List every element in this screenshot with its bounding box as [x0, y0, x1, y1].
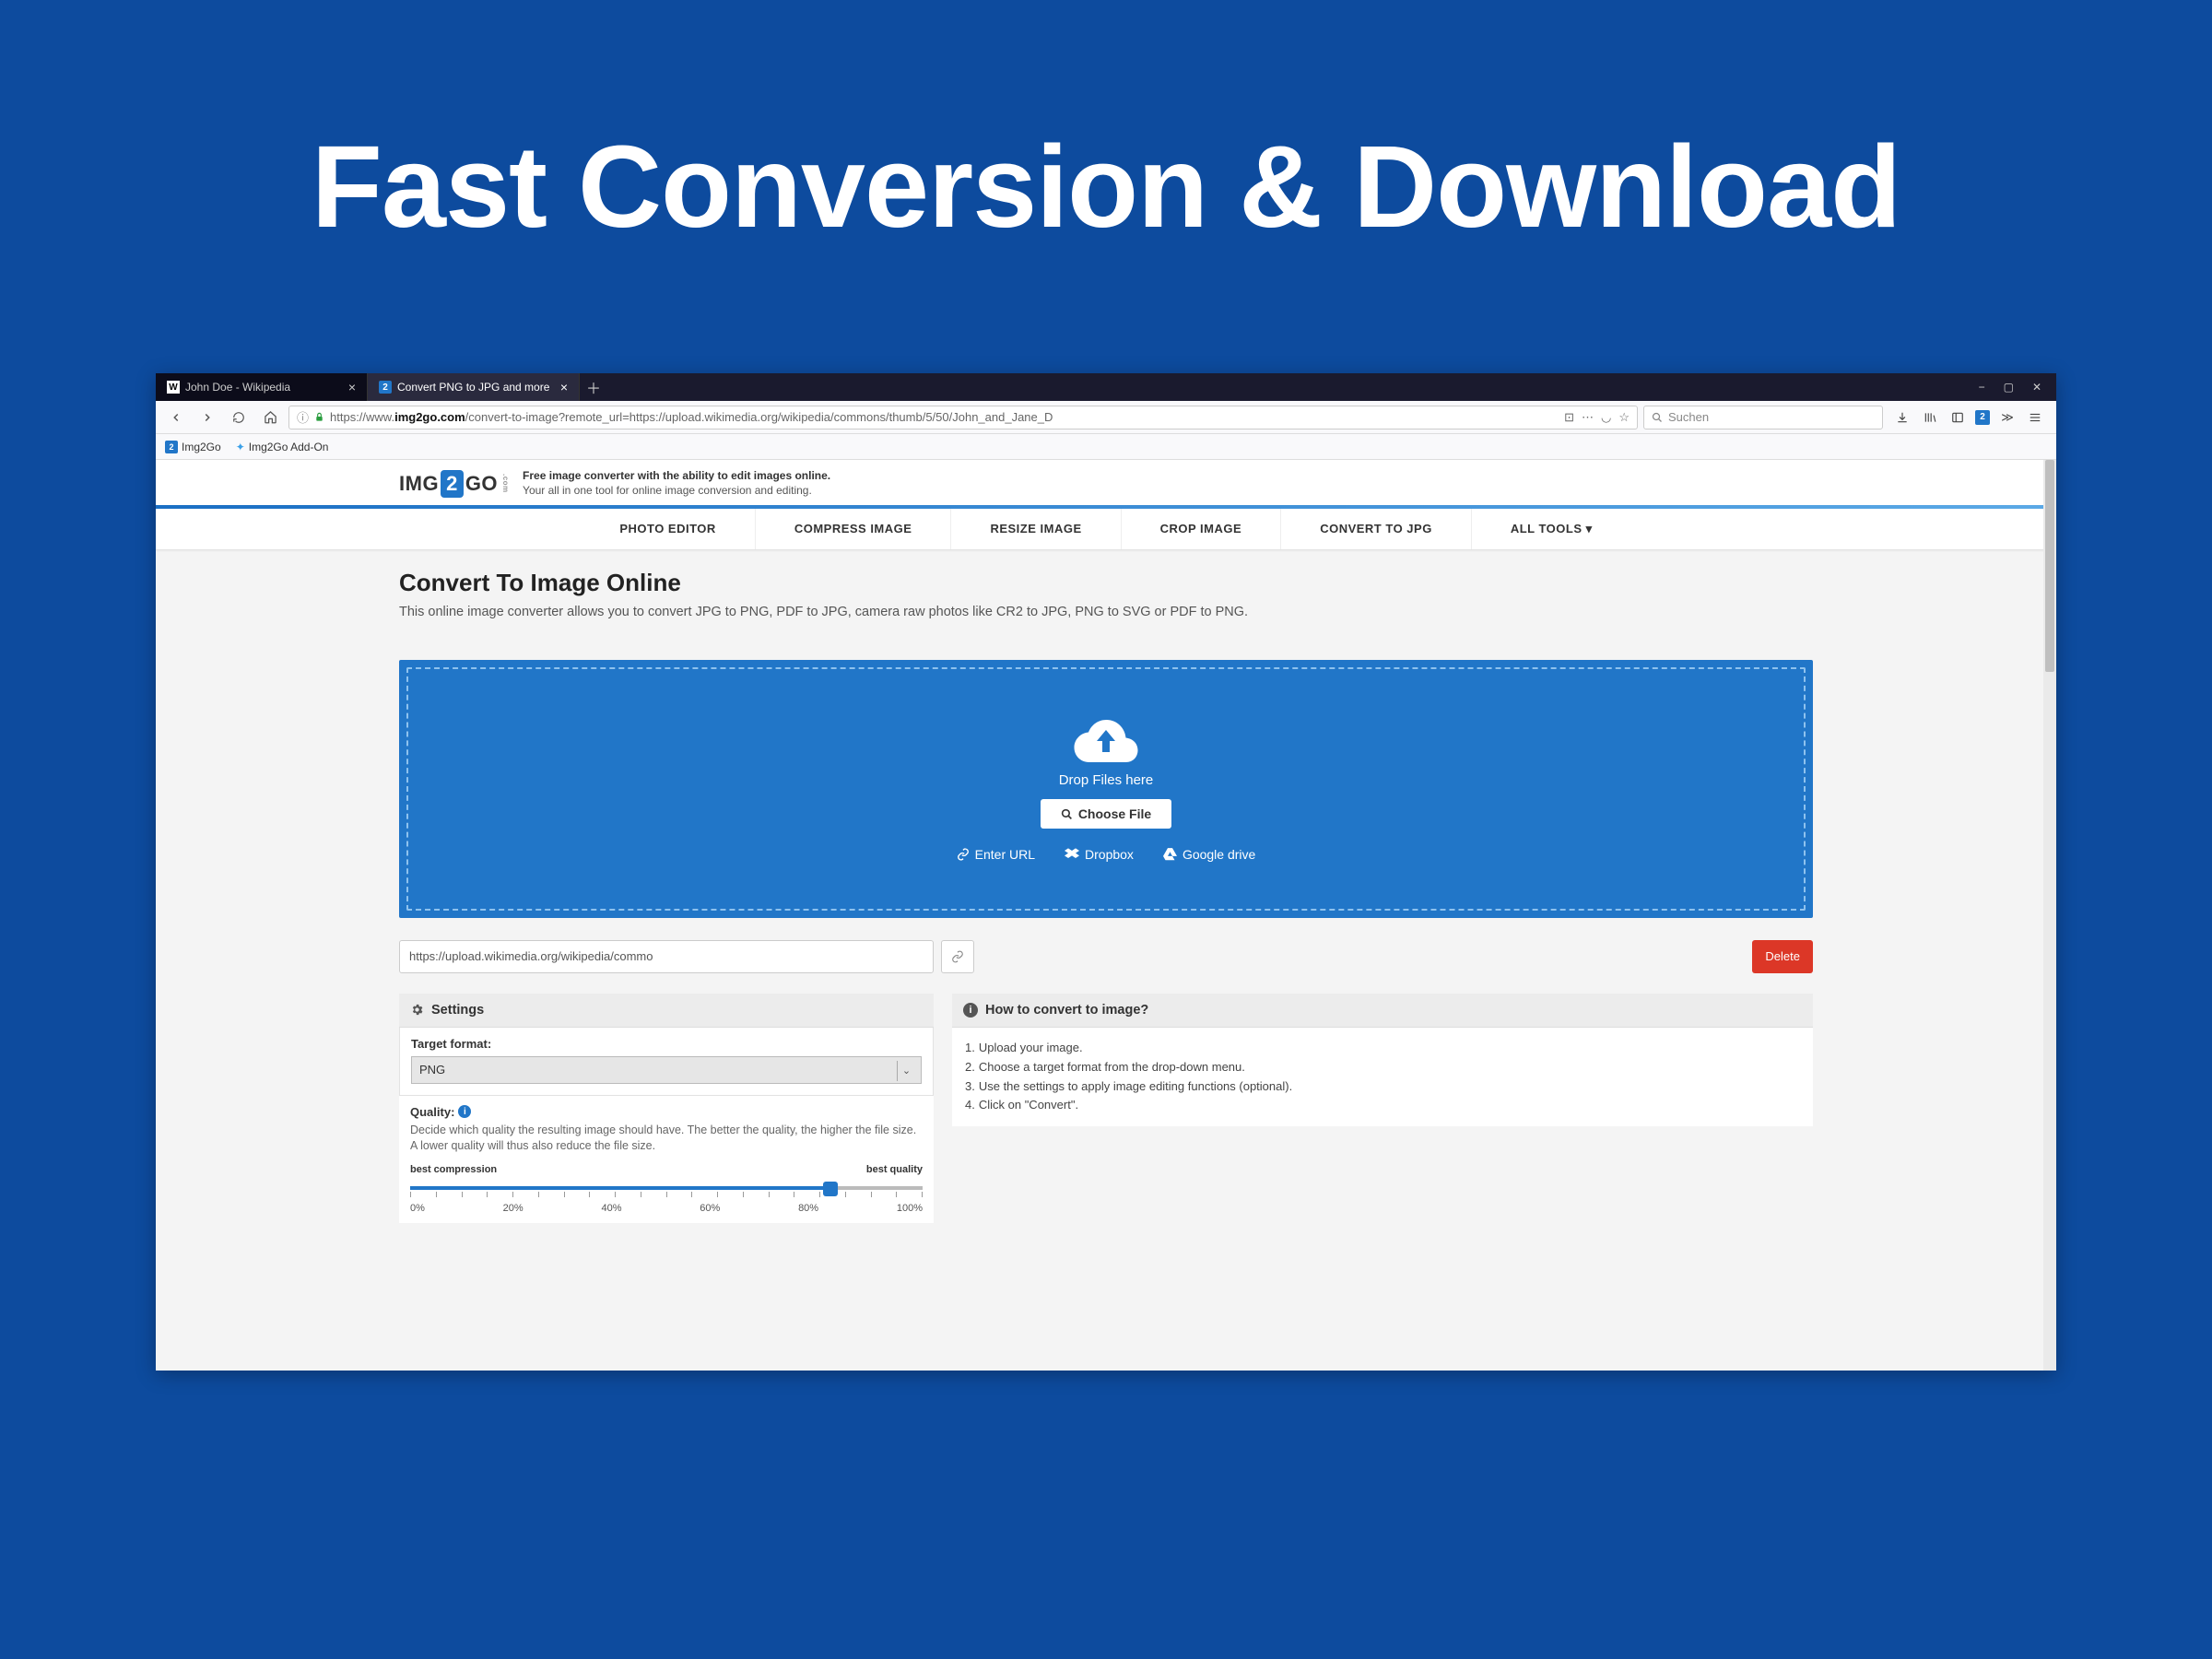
window-controls: − ▢ ✕ [1964, 373, 2056, 401]
img2go-favicon-icon: 2 [379, 381, 392, 394]
lock-icon [314, 411, 324, 423]
img2go-favicon-icon: 2 [165, 441, 178, 453]
wikipedia-favicon-icon: W [167, 381, 180, 394]
downloads-icon[interactable] [1892, 407, 1912, 428]
window-titlebar: W John Doe - Wikipedia × 2 Convert PNG t… [156, 373, 2056, 401]
bookmark-img2go[interactable]: 2 Img2Go [165, 441, 221, 453]
nav-crop-image[interactable]: CROP IMAGE [1122, 509, 1282, 549]
page-description: This online image converter allows you t… [399, 603, 1468, 623]
site-header: IMG 2 GO .com Free image converter with … [399, 460, 1813, 505]
site-logo[interactable]: IMG 2 GO .com [399, 470, 510, 498]
marketing-headline: Fast Conversion & Download [0, 120, 2212, 253]
list-item: 2.Choose a target format from the drop-d… [965, 1058, 1800, 1077]
home-button[interactable] [257, 405, 283, 430]
quality-description: Decide which quality the resulting image… [410, 1123, 923, 1155]
forward-button[interactable] [194, 405, 220, 430]
url-text: https://www.img2go.com/convert-to-image?… [330, 410, 1551, 424]
primary-nav: PHOTO EDITOR COMPRESS IMAGE RESIZE IMAGE… [156, 509, 2056, 550]
maximize-button[interactable]: ▢ [2004, 381, 2014, 394]
close-icon[interactable]: × [560, 380, 568, 394]
scrollbar[interactable] [2043, 460, 2056, 1371]
star-icon[interactable]: ☆ [1618, 410, 1630, 425]
list-item: 4.Click on "Convert". [965, 1096, 1800, 1115]
tab-strip: W John Doe - Wikipedia × 2 Convert PNG t… [156, 373, 1964, 401]
reader-icon[interactable]: ⊡ [1564, 410, 1574, 425]
settings-head-label: Settings [431, 1003, 484, 1018]
overflow-icon[interactable]: ≫ [1997, 407, 2018, 428]
nav-resize-image[interactable]: RESIZE IMAGE [951, 509, 1121, 549]
quality-max-label: best quality [866, 1164, 923, 1175]
info-icon[interactable]: i [458, 1105, 471, 1118]
back-button[interactable] [163, 405, 189, 430]
quality-slider[interactable] [410, 1179, 923, 1199]
quality-panel: Quality: i Decide which quality the resu… [399, 1096, 934, 1223]
page-content: IMG 2 GO .com Free image converter with … [156, 460, 2056, 1371]
dropzone-border [406, 667, 1806, 911]
tab-label: Convert PNG to JPG and more [397, 381, 549, 394]
addon-icon: ✦ [236, 441, 245, 453]
settings-panel: Settings Target format: PNG ⌄ Quality: [399, 994, 934, 1223]
info-icon: i [963, 1003, 978, 1018]
close-icon[interactable]: × [348, 380, 356, 394]
nav-all-tools[interactable]: ALL TOOLS [1472, 509, 1631, 549]
pocket-icon[interactable]: ◡ [1601, 410, 1611, 425]
howto-panel: i How to convert to image? 1.Upload your… [952, 994, 1813, 1223]
browser-window: W John Doe - Wikipedia × 2 Convert PNG t… [156, 373, 2056, 1371]
tab-img2go[interactable]: 2 Convert PNG to JPG and more × [368, 373, 580, 401]
slider-scale: 0% 20% 40% 60% 80% 100% [410, 1203, 923, 1214]
link-icon-button[interactable] [941, 940, 974, 973]
howto-head-label: How to convert to image? [985, 1003, 1148, 1018]
delete-button[interactable]: Delete [1752, 940, 1813, 973]
bookmark-label: Img2Go Add-On [249, 441, 329, 453]
new-tab-button[interactable]: ＋ [580, 373, 607, 401]
quality-min-label: best compression [410, 1164, 497, 1175]
extension-icon[interactable]: 2 [1975, 410, 1990, 425]
slider-thumb[interactable] [823, 1182, 838, 1196]
file-dropzone[interactable]: Drop Files here Choose File Enter URL [399, 660, 1813, 918]
address-bar[interactable]: ⓘ https://www.img2go.com/convert-to-imag… [288, 406, 1638, 429]
target-format-label: Target format: [400, 1028, 933, 1056]
library-icon[interactable] [1920, 407, 1940, 428]
menu-button[interactable] [2025, 407, 2045, 428]
chevron-down-icon: ⌄ [897, 1061, 915, 1081]
settings-and-howto: Settings Target format: PNG ⌄ Quality: [399, 994, 1813, 1223]
sidebar-icon[interactable] [1947, 407, 1968, 428]
scrollbar-thumb[interactable] [2045, 460, 2054, 672]
remote-url-field[interactable]: https://upload.wikimedia.org/wikipedia/c… [399, 940, 934, 973]
toolbar-end: 2 ≫ [1888, 407, 2049, 428]
site-tagline: Free image converter with the ability to… [523, 469, 830, 498]
tab-wikipedia[interactable]: W John Doe - Wikipedia × [156, 373, 368, 401]
target-format-select[interactable]: PNG ⌄ [411, 1056, 922, 1084]
bookmarks-bar: 2 Img2Go ✦ Img2Go Add-On [156, 434, 2056, 460]
page-title: Convert To Image Online [399, 569, 1813, 597]
quality-label: Quality: [410, 1105, 454, 1119]
nav-compress-image[interactable]: COMPRESS IMAGE [756, 509, 952, 549]
search-placeholder: Suchen [1668, 410, 1709, 424]
howto-steps: 1.Upload your image. 2.Choose a target f… [952, 1028, 1813, 1126]
browser-toolbar: ⓘ https://www.img2go.com/convert-to-imag… [156, 401, 2056, 434]
search-bar[interactable]: Suchen [1643, 406, 1883, 429]
tab-label: John Doe - Wikipedia [185, 381, 290, 394]
list-item: 3.Use the settings to apply image editin… [965, 1077, 1800, 1097]
search-icon [1652, 412, 1663, 423]
list-item: 1.Upload your image. [965, 1039, 1800, 1058]
minimize-button[interactable]: − [1979, 381, 1985, 394]
nav-photo-editor[interactable]: PHOTO EDITOR [581, 509, 755, 549]
logo-block-icon: 2 [441, 470, 464, 498]
gear-icon [410, 1003, 424, 1017]
bookmark-img2go-addon[interactable]: ✦ Img2Go Add-On [236, 441, 329, 453]
more-icon[interactable]: ⋯ [1582, 410, 1594, 425]
nav-convert-to-jpg[interactable]: CONVERT TO JPG [1281, 509, 1472, 549]
close-window-button[interactable]: ✕ [2032, 381, 2041, 394]
reload-button[interactable] [226, 405, 252, 430]
info-icon: ⓘ [297, 408, 309, 426]
url-input-row: https://upload.wikimedia.org/wikipedia/c… [399, 940, 1813, 973]
bookmark-label: Img2Go [182, 441, 221, 453]
